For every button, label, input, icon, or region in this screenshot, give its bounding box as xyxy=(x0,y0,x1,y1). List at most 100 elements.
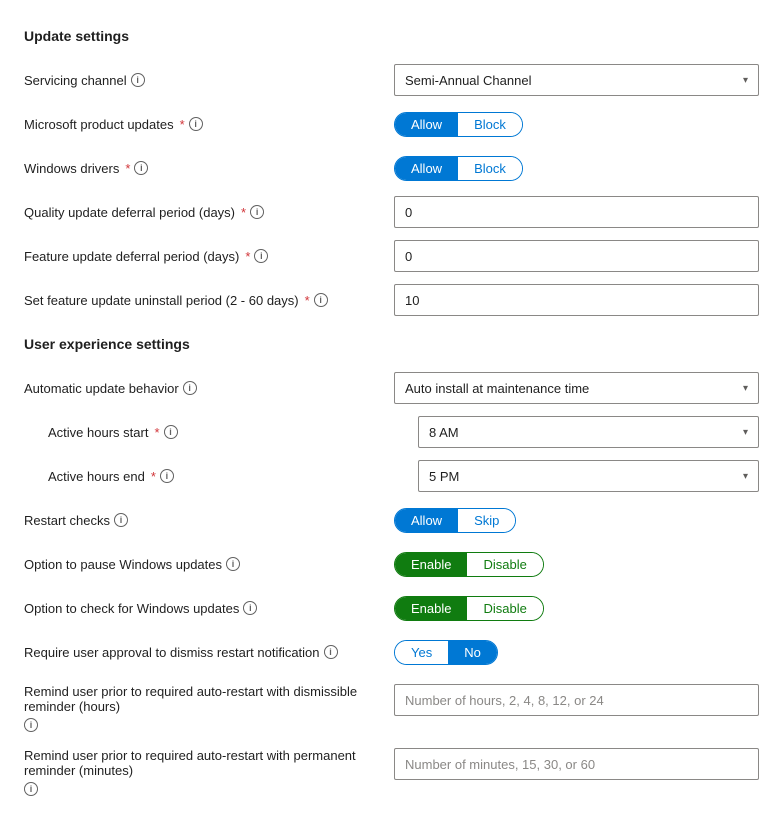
microsoft-product-updates-info-icon[interactable]: i xyxy=(189,117,203,131)
feature-update-uninstall-input[interactable] xyxy=(394,284,759,316)
remind-dismissible-info-icon[interactable]: i xyxy=(24,718,38,732)
require-user-approval-info-icon[interactable]: i xyxy=(324,645,338,659)
active-hours-end-info-icon[interactable]: i xyxy=(160,469,174,483)
feature-update-uninstall-info-icon[interactable]: i xyxy=(314,293,328,307)
microsoft-product-updates-required: * xyxy=(180,117,185,132)
feature-update-uninstall-label-col: Set feature update uninstall period (2 -… xyxy=(24,293,394,308)
remind-permanent-input[interactable] xyxy=(394,748,759,780)
windows-drivers-toggle: Allow Block xyxy=(394,156,523,181)
option-pause-updates-toggle: Enable Disable xyxy=(394,552,544,577)
require-user-approval-control: Yes No xyxy=(394,640,759,665)
remind-dismissible-row: Remind user prior to required auto-resta… xyxy=(24,676,759,736)
require-user-approval-label-col: Require user approval to dismiss restart… xyxy=(24,645,394,660)
servicing-channel-info-icon[interactable]: i xyxy=(131,73,145,87)
restart-checks-info-icon[interactable]: i xyxy=(114,513,128,527)
automatic-update-behavior-label-col: Automatic update behavior i xyxy=(24,381,394,396)
remind-dismissible-label: Remind user prior to required auto-resta… xyxy=(24,684,382,714)
option-check-updates-toggle: Enable Disable xyxy=(394,596,544,621)
remind-dismissible-input[interactable] xyxy=(394,684,759,716)
feature-update-deferral-label: Feature update deferral period (days) xyxy=(24,249,239,264)
automatic-update-behavior-dropdown[interactable]: Auto install at maintenance time ▾ xyxy=(394,372,759,404)
quality-update-deferral-control xyxy=(394,196,759,228)
remind-dismissible-control xyxy=(394,684,759,716)
active-hours-end-dropdown[interactable]: 5 PM ▾ xyxy=(418,460,759,492)
option-check-updates-enable-btn[interactable]: Enable xyxy=(395,597,467,620)
active-hours-end-required: * xyxy=(151,469,156,484)
active-hours-end-control: 5 PM ▾ xyxy=(418,460,759,492)
restart-checks-control: Allow Skip xyxy=(394,508,759,533)
automatic-update-behavior-control: Auto install at maintenance time ▾ xyxy=(394,372,759,404)
feature-update-deferral-label-col: Feature update deferral period (days) * … xyxy=(24,249,394,264)
restart-checks-row: Restart checks i Allow Skip xyxy=(24,500,759,540)
active-hours-end-row: Active hours end * i 5 PM ▾ xyxy=(24,456,759,496)
windows-drivers-required: * xyxy=(125,161,130,176)
microsoft-product-updates-toggle: Allow Block xyxy=(394,112,523,137)
remind-permanent-label-col: Remind user prior to required auto-resta… xyxy=(24,748,394,796)
windows-drivers-allow-btn[interactable]: Allow xyxy=(395,157,458,180)
active-hours-start-label-col: Active hours start * i xyxy=(48,425,418,440)
option-pause-updates-row: Option to pause Windows updates i Enable… xyxy=(24,544,759,584)
servicing-channel-row: Servicing channel i Semi-Annual Channel … xyxy=(24,60,759,100)
remind-permanent-info-icon[interactable]: i xyxy=(24,782,38,796)
remind-permanent-label: Remind user prior to required auto-resta… xyxy=(24,748,382,778)
restart-checks-allow-btn[interactable]: Allow xyxy=(395,509,458,532)
windows-drivers-row: Windows drivers * i Allow Block xyxy=(24,148,759,188)
active-hours-start-control: 8 AM ▾ xyxy=(418,416,759,448)
user-experience-title: User experience settings xyxy=(24,336,759,352)
automatic-update-behavior-info-icon[interactable]: i xyxy=(183,381,197,395)
active-hours-start-required: * xyxy=(154,425,159,440)
user-experience-section: User experience settings Automatic updat… xyxy=(24,336,759,800)
option-pause-updates-enable-btn[interactable]: Enable xyxy=(395,553,467,576)
remind-dismissible-label-col: Remind user prior to required auto-resta… xyxy=(24,684,394,732)
quality-update-deferral-label-col: Quality update deferral period (days) * … xyxy=(24,205,394,220)
remind-permanent-row: Remind user prior to required auto-resta… xyxy=(24,740,759,800)
active-hours-start-chevron-icon: ▾ xyxy=(743,427,748,438)
require-user-approval-yes-btn[interactable]: Yes xyxy=(395,641,448,664)
require-user-approval-toggle: Yes No xyxy=(394,640,498,665)
option-check-updates-label: Option to check for Windows updates xyxy=(24,601,239,616)
active-hours-end-label: Active hours end xyxy=(48,469,145,484)
option-pause-updates-disable-btn[interactable]: Disable xyxy=(467,553,542,576)
quality-update-deferral-label: Quality update deferral period (days) xyxy=(24,205,235,220)
option-pause-updates-info-icon[interactable]: i xyxy=(226,557,240,571)
microsoft-product-updates-label: Microsoft product updates xyxy=(24,117,174,132)
servicing-channel-dropdown[interactable]: Semi-Annual Channel ▾ xyxy=(394,64,759,96)
remind-permanent-control xyxy=(394,748,759,780)
servicing-channel-label: Servicing channel xyxy=(24,73,127,88)
microsoft-product-updates-label-col: Microsoft product updates * i xyxy=(24,117,394,132)
feature-update-deferral-row: Feature update deferral period (days) * … xyxy=(24,236,759,276)
option-check-updates-control: Enable Disable xyxy=(394,596,759,621)
restart-checks-skip-btn[interactable]: Skip xyxy=(458,509,515,532)
windows-drivers-control: Allow Block xyxy=(394,156,759,181)
automatic-update-behavior-chevron-icon: ▾ xyxy=(743,383,748,394)
feature-update-deferral-input[interactable] xyxy=(394,240,759,272)
windows-drivers-info-icon[interactable]: i xyxy=(134,161,148,175)
feature-update-deferral-control xyxy=(394,240,759,272)
active-hours-end-value: 5 PM xyxy=(429,469,459,484)
windows-drivers-block-btn[interactable]: Block xyxy=(458,157,522,180)
microsoft-product-updates-allow-btn[interactable]: Allow xyxy=(395,113,458,136)
option-pause-updates-label: Option to pause Windows updates xyxy=(24,557,222,572)
option-check-updates-label-col: Option to check for Windows updates i xyxy=(24,601,394,616)
feature-update-deferral-info-icon[interactable]: i xyxy=(254,249,268,263)
restart-checks-toggle: Allow Skip xyxy=(394,508,516,533)
servicing-channel-chevron-icon: ▾ xyxy=(743,75,748,86)
automatic-update-behavior-label: Automatic update behavior xyxy=(24,381,179,396)
microsoft-product-updates-control: Allow Block xyxy=(394,112,759,137)
feature-update-deferral-required: * xyxy=(245,249,250,264)
windows-drivers-label-col: Windows drivers * i xyxy=(24,161,394,176)
microsoft-product-updates-block-btn[interactable]: Block xyxy=(458,113,522,136)
active-hours-start-info-icon[interactable]: i xyxy=(164,425,178,439)
feature-update-uninstall-control xyxy=(394,284,759,316)
active-hours-start-value: 8 AM xyxy=(429,425,459,440)
quality-update-deferral-input[interactable] xyxy=(394,196,759,228)
active-hours-end-label-col: Active hours end * i xyxy=(48,469,418,484)
require-user-approval-no-btn[interactable]: No xyxy=(448,641,497,664)
servicing-channel-value: Semi-Annual Channel xyxy=(405,73,531,88)
option-check-updates-info-icon[interactable]: i xyxy=(243,601,257,615)
quality-update-deferral-info-icon[interactable]: i xyxy=(250,205,264,219)
active-hours-start-dropdown[interactable]: 8 AM ▾ xyxy=(418,416,759,448)
update-settings-title: Update settings xyxy=(24,28,759,44)
feature-update-uninstall-row: Set feature update uninstall period (2 -… xyxy=(24,280,759,320)
option-check-updates-disable-btn[interactable]: Disable xyxy=(467,597,542,620)
